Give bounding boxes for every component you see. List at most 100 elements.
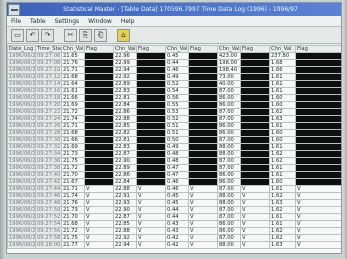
grid-cell[interactable]: 1.62 (269, 206, 296, 214)
grid-cell[interactable] (240, 52, 270, 60)
table-row[interactable]: 1996/06/2709:27:3821.72 22.89 0.47 87.00 1.6… (7, 164, 341, 172)
grid-cell[interactable]: 86.00 (217, 122, 241, 130)
row-key-cell[interactable]: 09:27:44 (35, 185, 62, 193)
grid-cell[interactable]: V (84, 234, 114, 242)
grid-cell[interactable]: 0.45 (165, 199, 189, 207)
grid-cell[interactable] (188, 171, 218, 179)
grid-cell[interactable] (188, 52, 218, 60)
grid-cell[interactable]: 0.55 (165, 101, 189, 109)
table-row[interactable]: 1996/06/2709:27:3421.73 22.87 0.48 88.00 1.6… (7, 150, 341, 158)
grid-cell[interactable]: 73.00 (217, 73, 241, 81)
grid-cell[interactable]: 22.86 (113, 108, 137, 116)
grid-cell[interactable]: 22.86 (113, 171, 137, 179)
grid-cell[interactable] (240, 157, 270, 165)
grid-cell[interactable] (188, 178, 218, 186)
row-key-cell[interactable]: 09:27:56 (35, 227, 62, 235)
grid-cell[interactable]: 0.56 (165, 94, 189, 102)
grid-cell[interactable]: V (84, 227, 114, 235)
row-key-cell[interactable]: 09:27:42 (35, 178, 62, 186)
grid-cell[interactable]: V (188, 192, 218, 200)
grid-cell[interactable]: 1.61 (269, 143, 296, 151)
grid-cell[interactable]: 88.00 (217, 150, 241, 158)
row-key-cell[interactable]: 09:27:34 (35, 150, 62, 158)
table-row[interactable]: 1996/06/2709:27:3621.75 22.90 0.48 87.00 1.6… (7, 157, 341, 165)
grid-cell[interactable]: 21.75 (61, 234, 85, 242)
row-key-cell[interactable]: 1996/06/27 (7, 143, 36, 151)
grid-cell[interactable]: 1.61 (269, 220, 296, 228)
grid-cell[interactable] (84, 157, 114, 165)
grid-cell[interactable]: 21.73 (61, 150, 85, 158)
grid-cell[interactable]: V (188, 206, 218, 214)
grid-cell[interactable]: 0.49 (165, 143, 189, 151)
grid-cell[interactable]: 21.66 (61, 136, 85, 144)
grid-cell[interactable]: 21.68 (61, 129, 85, 137)
table-row[interactable]: 1996/06/2709:27:5421.68V22.85V0.43V86.00… (7, 220, 341, 228)
column-header[interactable]: Chn_Val (113, 45, 137, 53)
grid-cell[interactable]: 0.45 (165, 52, 189, 60)
grid-cell[interactable] (136, 108, 166, 116)
grid-cell[interactable] (84, 80, 114, 88)
grid-cell[interactable]: V (136, 206, 166, 214)
grid-cell[interactable]: 88.00 (217, 192, 241, 200)
grid-cell[interactable]: 1.61 (269, 87, 296, 95)
grid-cell[interactable]: 1.61 (269, 122, 296, 130)
grid-cell[interactable]: 87.00 (217, 87, 241, 95)
column-header[interactable]: Time_Stamp (35, 45, 62, 53)
table-row[interactable]: 1996/06/2709:27:2421.74 22.88 0.52 87.00 1.6… (7, 115, 341, 123)
row-key-cell[interactable]: 1996/06/27 (7, 206, 36, 214)
grid-cell[interactable] (295, 157, 341, 165)
grid-cell[interactable]: 87.00 (217, 164, 241, 172)
grid-cell[interactable] (84, 94, 114, 102)
row-key-cell[interactable]: 09:27:14 (35, 80, 62, 88)
table-row[interactable]: 1996/06/2709:27:4221.67 22.84 0.46 86.00 1.6… (7, 178, 341, 186)
grid-cell[interactable] (188, 73, 218, 81)
table-row[interactable]: 1996/06/2709:27:4021.70 22.86 0.47 86.00 1.6… (7, 171, 341, 179)
grid-cell[interactable]: V (136, 185, 166, 193)
row-key-cell[interactable]: 1996/06/27 (7, 178, 36, 186)
grid-cell[interactable] (240, 136, 270, 144)
row-key-cell[interactable]: 1996/06/27 (7, 122, 36, 130)
grid-cell[interactable]: 21.65 (61, 52, 85, 60)
grid-cell[interactable]: V (188, 220, 218, 228)
grid-cell[interactable]: 21.76 (61, 199, 85, 207)
grid-cell[interactable]: 21.66 (61, 94, 85, 102)
grid-cell[interactable] (84, 171, 114, 179)
row-key-cell[interactable]: 1996/06/27 (7, 171, 36, 179)
column-header[interactable]: Chn_Val (61, 45, 85, 53)
grid-cell[interactable] (295, 101, 341, 109)
grid-cell[interactable] (84, 164, 114, 172)
grid-cell[interactable]: 22.87 (113, 213, 137, 221)
grid-cell[interactable] (295, 164, 341, 172)
grid-cell[interactable]: V (188, 213, 218, 221)
row-key-cell[interactable]: 1996/06/27 (7, 227, 36, 235)
grid-cell[interactable]: 1.60 (269, 129, 296, 137)
grid-cell[interactable]: 40.00 (217, 80, 241, 88)
column-header[interactable]: Flag (240, 45, 270, 53)
grid-cell[interactable] (240, 115, 270, 123)
grid-cell[interactable]: 0.45 (165, 192, 189, 200)
grid-cell[interactable] (84, 115, 114, 123)
grid-cell[interactable] (84, 150, 114, 158)
grid-cell[interactable]: V (295, 192, 341, 200)
grid-cell[interactable]: 1.62 (269, 192, 296, 200)
row-key-cell[interactable]: 09:27:54 (35, 220, 62, 228)
table-row[interactable]: 1996/06/2709:27:0621.65 22.96 0.45 423.00 23… (7, 52, 341, 60)
table-row[interactable]: 1996/06/2709:27:1021.71 22.94 0.46 198.40 1.… (7, 66, 341, 74)
row-key-cell[interactable]: 1996/06/27 (7, 108, 36, 116)
grid-cell[interactable]: 22.92 (113, 234, 137, 242)
row-key-cell[interactable]: 09:27:30 (35, 136, 62, 144)
table-row[interactable]: 1996/06/2709:27:2221.72 22.86 0.53 87.00 1.6… (7, 108, 341, 116)
grid-cell[interactable] (295, 80, 341, 88)
grid-cell[interactable] (240, 80, 270, 88)
grid-cell[interactable]: 21.72 (61, 108, 85, 116)
grid-cell[interactable] (240, 73, 270, 81)
grid-cell[interactable] (188, 157, 218, 165)
table-row[interactable]: 1996/06/2709:28:0021.77V22.94V0.42V88.00… (7, 241, 341, 249)
grid-cell[interactable]: 0.47 (165, 164, 189, 172)
grid-cell[interactable] (188, 66, 218, 74)
grid-cell[interactable]: 22.84 (113, 178, 137, 186)
table-row[interactable]: 1996/06/2709:27:5821.75V22.92V0.42V87.00… (7, 234, 341, 242)
grid-cell[interactable] (240, 94, 270, 102)
table-row[interactable]: 1996/06/2709:27:3021.66 22.81 0.50 87.00 1.6… (7, 136, 341, 144)
grid-cell[interactable]: 87.00 (217, 185, 241, 193)
